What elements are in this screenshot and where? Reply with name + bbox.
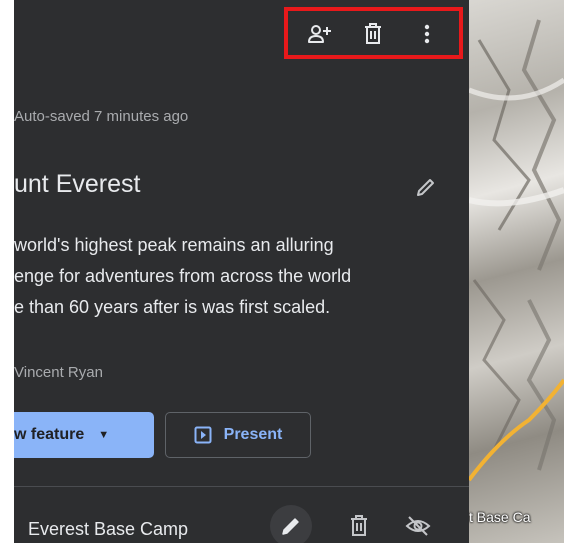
present-icon [194,426,212,444]
terrain-texture [469,19,564,482]
project-title: unt Everest [14,170,141,198]
present-button[interactable]: Present [165,412,311,458]
project-author: Vincent Ryan [14,364,103,381]
new-feature-button[interactable]: w feature ▼ [14,412,154,458]
map-place-label: t Base Ca [469,509,531,525]
project-panel: Auto-saved 7 minutes ago unt Everest wor… [0,0,469,543]
description-line: enge for adventures from across the worl… [14,266,352,286]
new-feature-label: w feature [14,426,85,443]
delete-feature-button[interactable] [338,505,380,543]
pencil-icon [282,518,299,535]
panel-left-margin [0,0,14,543]
caret-down-icon: ▼ [98,429,110,441]
feature-list-item[interactable]: Everest Base Camp [14,487,469,543]
toolbar-highlight-box [284,7,463,59]
project-description: world's highest peak remains an alluring… [14,230,454,323]
edit-feature-button[interactable] [270,505,312,543]
description-line: e than 60 years after is was first scale… [14,297,331,317]
edit-title-button[interactable] [413,174,439,200]
description-line: world's highest peak remains an alluring [14,235,334,255]
map-view[interactable]: t Base Ca [469,0,564,543]
autosave-status: Auto-saved 7 minutes ago [14,108,189,125]
hide-feature-button[interactable] [397,505,439,543]
present-label: Present [223,426,283,443]
feature-name: Everest Base Camp [28,519,189,539]
visibility-off-icon [405,516,431,536]
trash-icon [351,515,367,536]
pencil-icon [417,179,434,196]
